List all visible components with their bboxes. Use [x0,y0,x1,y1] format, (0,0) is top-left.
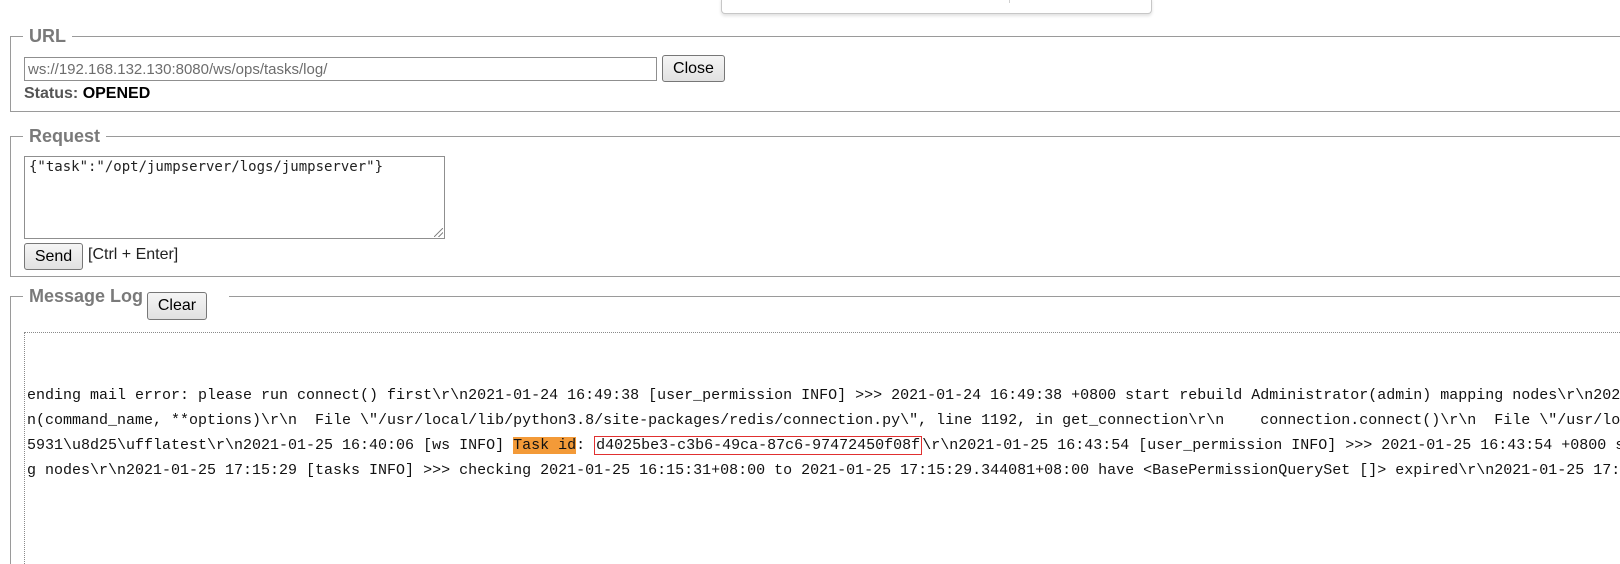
textarea-resize-handle[interactable] [434,228,443,237]
log-line: ending mail error: please run connect() … [27,387,1620,404]
log-line-suffix: \r\n2021-01-25 16:43:54 [user_permission… [922,437,1620,454]
message-log-output[interactable]: ending mail error: please run connect() … [24,332,1620,564]
send-button[interactable]: Send [24,243,83,270]
url-input[interactable] [24,57,657,81]
request-legend: Request [29,126,101,146]
boxed-task-id: d4025be3-c3b6-49ca-87c6-97472450f08f [594,436,923,455]
log-separator: : [576,437,595,454]
close-button[interactable]: Close [662,55,725,82]
url-legend: URL [29,26,66,46]
top-popup-edge [721,0,1152,14]
log-line-prefix: 5931\u8d25\ufflatest\r\n2021-01-25 16:40… [27,437,514,454]
log-line: n(command_name, **options)\r\n File \"/u… [27,412,1620,429]
popup-divider [1009,0,1010,3]
send-shortcut-hint: [Ctrl + Enter] [88,246,179,263]
status-value: OPENED [82,85,151,102]
status-line: Status: OPENED [24,85,150,103]
status-label: Status: [24,85,79,102]
message-log-legend-text: Message Log [29,286,144,306]
log-line: g nodes\r\n2021-01-25 17:15:29 [tasks IN… [27,462,1620,479]
highlighted-task-id-label: Task id [513,437,577,454]
request-textarea[interactable]: {"task":"/opt/jumpserver/logs/jumpserver… [24,156,445,239]
log-line: 5931\u8d25\ufflatest\r\n2021-01-25 16:40… [27,436,1620,456]
clear-button[interactable]: Clear [147,292,207,320]
